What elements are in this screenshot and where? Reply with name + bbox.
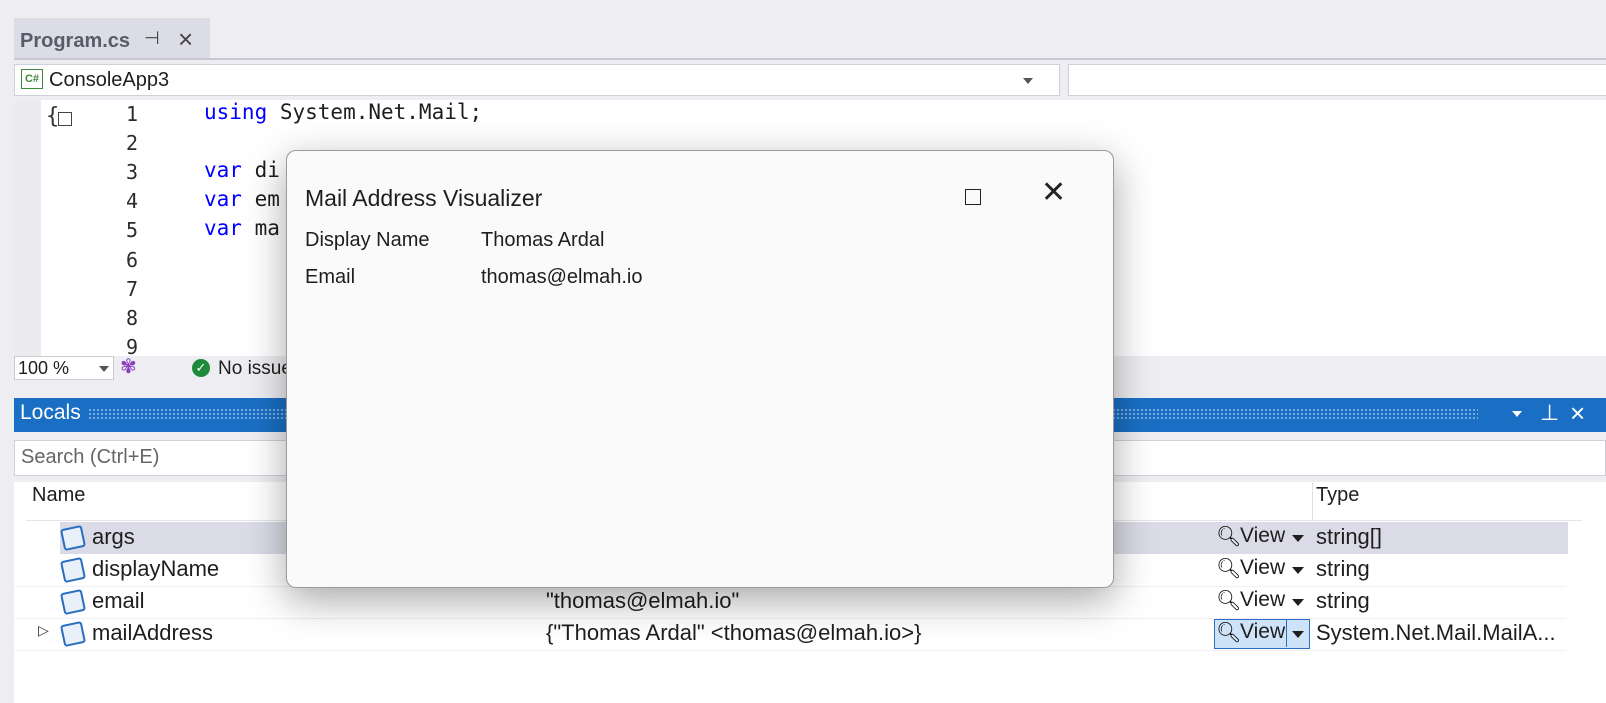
close-icon[interactable]: × (1570, 398, 1585, 429)
variable-type: System.Net.Mail.MailA... (1316, 620, 1556, 645)
mail-address-visualizer-dialog[interactable]: Mail Address Visualizer ✕ Display Name T… (286, 150, 1114, 588)
editor-margin (14, 100, 41, 356)
line-number: 1 (125, 102, 138, 126)
email-value: thomas@elmah.io (481, 266, 643, 288)
view-button[interactable]: View (1240, 588, 1285, 612)
variable-name: displayName (92, 556, 220, 581)
close-icon[interactable]: ✕ (1041, 175, 1066, 210)
local-variable-icon (59, 588, 87, 616)
zoom-dropdown[interactable]: 100 % (14, 356, 114, 380)
issues-status[interactable]: No issue (218, 358, 292, 380)
view-button[interactable]: View (1240, 556, 1285, 580)
email-label: Email (305, 266, 356, 288)
search-placeholder: Search (Ctrl+E) (21, 446, 160, 468)
line-number: 3 (125, 160, 138, 184)
zoom-level: 100 % (18, 358, 70, 378)
member-dropdown[interactable] (1068, 64, 1606, 96)
code-line[interactable]: var ma (204, 216, 280, 240)
variable-type: string (1316, 556, 1370, 581)
variable-type: string[] (1316, 524, 1383, 549)
visualizer-dropdown-icon[interactable] (1292, 631, 1304, 638)
variable-value[interactable]: {"Thomas Ardal" <thomas@elmah.io>} (546, 620, 921, 646)
search-icon[interactable]: 🔍︎ (1216, 556, 1241, 581)
dialog-title: Mail Address Visualizer (305, 185, 543, 211)
expand-arrow-icon[interactable]: ▷ (38, 622, 49, 639)
line-number: 5 (125, 218, 138, 242)
variable-name: args (92, 524, 135, 549)
chevron-down-icon[interactable] (99, 366, 109, 372)
tab-divider (14, 58, 1606, 60)
variable-name: mailAddress (92, 620, 214, 645)
search-icon[interactable]: 🔍︎ (1216, 524, 1241, 549)
code-line[interactable]: using System.Net.Mail; (204, 100, 482, 124)
code-text: ma (241, 216, 280, 240)
variable-type: string (1316, 588, 1370, 613)
tab-program-cs[interactable]: Program.cs ⊣ × (14, 18, 210, 58)
chevron-down-icon[interactable] (1023, 78, 1033, 84)
column-divider[interactable] (1312, 482, 1313, 520)
column-header-name[interactable]: Name (32, 484, 85, 507)
line-number: 4 (125, 189, 138, 213)
code-line[interactable]: var di (204, 158, 280, 182)
visualizer-dropdown-icon[interactable] (1292, 599, 1304, 606)
window-menu-icon[interactable] (1512, 411, 1522, 417)
csharp-project-icon: C# (21, 69, 43, 89)
line-number: 7 (125, 277, 138, 301)
keyword: var (204, 158, 242, 182)
line-number: 2 (125, 131, 138, 155)
variable-value[interactable]: "thomas@elmah.io" (546, 588, 739, 614)
pin-icon[interactable]: ⊣ (144, 28, 160, 49)
local-variable-icon (59, 524, 87, 552)
locals-title: Locals (20, 401, 81, 424)
code-line[interactable]: var em (204, 187, 280, 211)
line-number: 9 (125, 335, 138, 356)
display-name-label: Display Name (305, 229, 430, 251)
close-icon[interactable]: × (178, 24, 193, 55)
local-variable-icon (59, 556, 87, 584)
keyword: var (204, 216, 242, 240)
search-icon[interactable]: 🔍︎ (1216, 588, 1241, 613)
code-text: em (241, 187, 280, 211)
visualizer-dropdown-icon[interactable] (1292, 567, 1304, 574)
variable-name: email (92, 588, 145, 613)
keyword: var (204, 187, 242, 211)
keyword: using (204, 100, 268, 124)
local-variable-icon (59, 620, 87, 648)
project-dropdown[interactable]: C# ConsoleApp3 (14, 64, 1060, 96)
code-text: System.Net.Mail; (267, 100, 483, 124)
view-button[interactable]: View (1240, 524, 1285, 548)
line-number: 6 (125, 248, 138, 272)
check-circle-icon: ✓ (192, 359, 210, 377)
code-text: di (241, 158, 280, 182)
intellicode-icon[interactable]: ✾ (120, 354, 137, 379)
split-divider (1286, 619, 1287, 647)
project-name: ConsoleApp3 (49, 69, 170, 91)
column-header-type[interactable]: Type (1316, 484, 1359, 507)
line-number: 8 (125, 306, 138, 330)
search-icon[interactable]: 🔍︎ (1216, 620, 1241, 645)
collapse-box-icon[interactable] (58, 112, 72, 126)
tab-title: Program.cs (20, 30, 131, 52)
visualizer-dropdown-icon[interactable] (1292, 535, 1304, 542)
display-name-value: Thomas Ardal (481, 229, 605, 251)
pin-icon[interactable]: ⊥ (1540, 400, 1559, 426)
view-button[interactable]: View (1240, 620, 1285, 644)
maximize-icon[interactable] (965, 189, 981, 205)
